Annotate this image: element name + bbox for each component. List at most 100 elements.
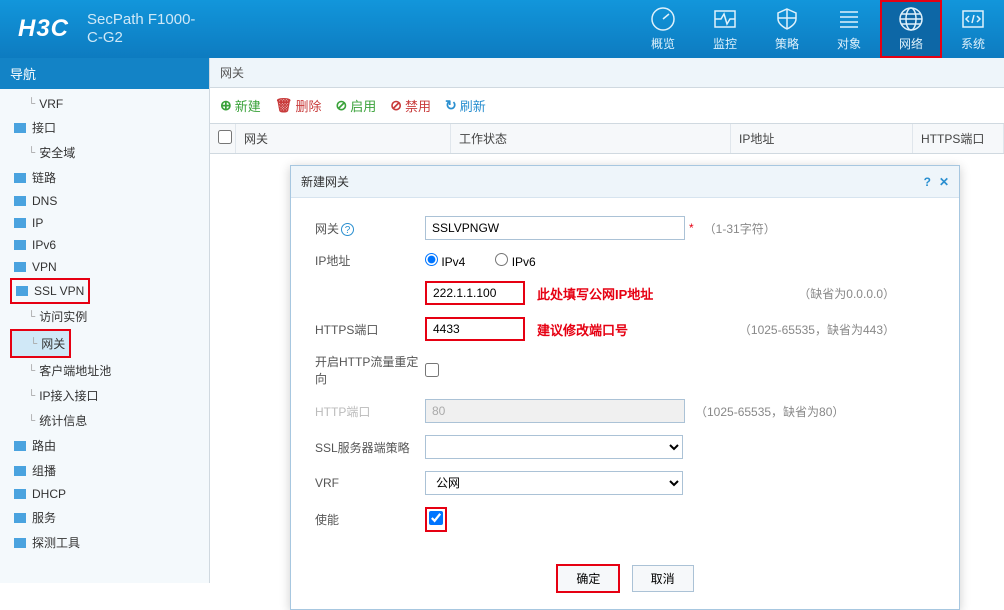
sidebar-item-链路[interactable]: 链路 (10, 165, 209, 190)
topnav-overview[interactable]: 概览 (632, 0, 694, 58)
trash-icon: 🗑 (275, 97, 293, 114)
col-port: HTTPS端口 (913, 124, 1004, 153)
gw-hint: （1-31字符） (704, 220, 776, 237)
sidebar-item-DHCP[interactable]: DHCP (10, 483, 209, 505)
refresh-icon: ↻ (445, 97, 457, 114)
http-hint: （1025-65535，缺省为80） (695, 403, 844, 420)
folder-icon (14, 196, 26, 206)
topnav-monitor[interactable]: 监控 (694, 0, 756, 58)
gw-label: 网关 (315, 222, 339, 236)
dialog-close-icon[interactable]: ✕ (939, 175, 949, 189)
sidebar-item-IPv6[interactable]: IPv6 (10, 234, 209, 256)
folder-icon (14, 513, 26, 523)
vrf-select[interactable]: 公网 (425, 471, 683, 495)
sidebar-title: 导航 (0, 58, 209, 89)
enable-button[interactable]: ⊘启用 (336, 96, 377, 115)
sidebar-item-接口[interactable]: 接口 (10, 115, 209, 140)
enable-label: 使能 (315, 511, 425, 528)
col-gateway: 网关 (236, 124, 451, 153)
plus-icon: ⊕ (220, 97, 232, 114)
sidebar-item-VRF[interactable]: └ VRF (10, 93, 209, 115)
enable-checkbox[interactable] (429, 511, 443, 525)
sidebar-item-安全域[interactable]: └ 安全域 (10, 140, 209, 165)
dialog-footer: 确定 取消 (291, 554, 959, 609)
folder-icon (14, 173, 26, 183)
redirect-checkbox[interactable] (425, 363, 439, 377)
gateway-input[interactable] (425, 216, 685, 240)
toolbar: ⊕新建 🗑删除 ⊘启用 ⊘禁用 ↻刷新 (210, 88, 1004, 123)
product-name: SecPath F1000-C-G2 (87, 11, 217, 47)
col-checkbox[interactable] (210, 124, 236, 153)
ipv6-radio[interactable]: IPv6 (495, 253, 535, 269)
sidebar-item-DNS[interactable]: DNS (10, 190, 209, 212)
sidebar-item-服务[interactable]: 服务 (10, 505, 209, 530)
ip-label: IP地址 (315, 252, 425, 269)
sidebar-item-访问实例[interactable]: └ 访问实例 (10, 304, 209, 329)
dialog-help-icon[interactable]: ? (924, 175, 931, 189)
sidebar-item-客户端地址池[interactable]: └ 客户端地址池 (10, 358, 209, 383)
topnav-policy[interactable]: 策略 (756, 0, 818, 58)
dialog-title: 新建网关 (301, 173, 349, 190)
sidebar-item-IP[interactable]: IP (10, 212, 209, 234)
logo: H3C (0, 15, 87, 43)
sidebar-item-VPN[interactable]: VPN (10, 256, 209, 278)
gauge-icon (650, 6, 676, 32)
sidebar-item-SSL VPN[interactable]: SSL VPN (12, 280, 88, 302)
delete-button[interactable]: 🗑删除 (275, 96, 322, 115)
dialog-titlebar: 新建网关 ? ✕ (291, 166, 959, 198)
col-state: 工作状态 (451, 124, 731, 153)
cancel-button[interactable]: 取消 (632, 565, 694, 592)
ip-input[interactable] (425, 281, 525, 305)
sidebar-item-网关[interactable]: └ 网关 (12, 331, 69, 356)
sidebar-item-路由[interactable]: 路由 (10, 433, 209, 458)
folder-icon (14, 441, 26, 451)
folder-icon (14, 262, 26, 272)
ip-annotation: 此处填写公网IP地址 (537, 284, 653, 303)
https-port-input[interactable] (425, 317, 525, 341)
grid-header: 网关 工作状态 IP地址 HTTPS端口 (210, 123, 1004, 154)
https-label: HTTPS端口 (315, 321, 425, 338)
folder-icon (14, 538, 26, 548)
folder-icon (14, 240, 26, 250)
disable-button[interactable]: ⊘禁用 (390, 96, 431, 115)
help-icon[interactable]: ? (341, 223, 354, 236)
topnav-object[interactable]: 对象 (818, 0, 880, 58)
folder-icon (14, 123, 26, 133)
ban-icon: ⊘ (390, 97, 402, 114)
http-label: HTTP端口 (315, 403, 425, 420)
check-icon: ⊘ (336, 97, 348, 114)
redirect-label: 开启HTTP流量重定向 (315, 353, 425, 387)
select-all-checkbox[interactable] (218, 130, 232, 144)
code-icon (960, 6, 986, 32)
nav-tree: └ VRF接口└ 安全域链路DNSIPIPv6VPNSSL VPN└ 访问实例└… (0, 89, 209, 559)
ok-button[interactable]: 确定 (556, 564, 620, 593)
dialog-body: 网关? * （1-31字符） IP地址 IPv4 IPv6 此处填写公网IP地址… (291, 198, 959, 554)
sidebar-item-统计信息[interactable]: └ 统计信息 (10, 408, 209, 433)
header: H3C SecPath F1000-C-G2 概览 监控 策略 对象 网络 系统 (0, 0, 1004, 58)
add-button[interactable]: ⊕新建 (220, 96, 261, 115)
new-gateway-dialog: 新建网关 ? ✕ 网关? * （1-31字符） IP地址 IPv4 IPv6 此… (290, 165, 960, 610)
required-star: * (689, 221, 694, 235)
ssl-policy-select[interactable] (425, 435, 683, 459)
folder-icon (16, 286, 28, 296)
folder-icon (14, 218, 26, 228)
folder-icon (14, 466, 26, 476)
ssl-policy-label: SSL服务器端策略 (315, 439, 425, 456)
topnav-system[interactable]: 系统 (942, 0, 1004, 58)
monitor-icon (712, 6, 738, 32)
ip-hint: （缺省为0.0.0.0） (798, 285, 895, 302)
shield-icon (774, 6, 800, 32)
sidebar: 导航 └ VRF接口└ 安全域链路DNSIPIPv6VPNSSL VPN└ 访问… (0, 58, 210, 583)
ipv4-radio[interactable]: IPv4 (425, 253, 465, 269)
vrf-label: VRF (315, 476, 425, 490)
list-icon (836, 6, 862, 32)
breadcrumb: 网关 (210, 58, 1004, 88)
topnav-network[interactable]: 网络 (880, 0, 942, 58)
sidebar-item-IP接入接口[interactable]: └ IP接入接口 (10, 383, 209, 408)
col-ip: IP地址 (731, 124, 913, 153)
refresh-button[interactable]: ↻刷新 (445, 96, 486, 115)
sidebar-item-探测工具[interactable]: 探测工具 (10, 530, 209, 555)
sidebar-item-组播[interactable]: 组播 (10, 458, 209, 483)
top-nav: 概览 监控 策略 对象 网络 系统 (632, 0, 1004, 58)
folder-icon (14, 489, 26, 499)
